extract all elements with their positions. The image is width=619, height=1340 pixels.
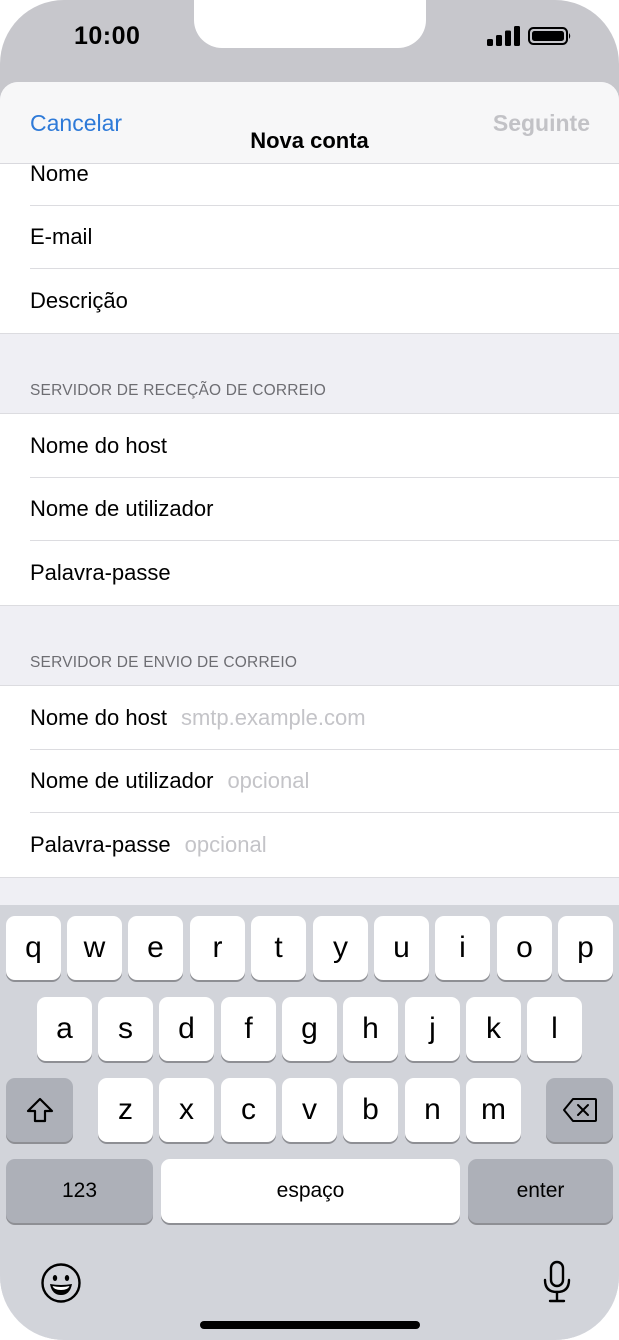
- home-indicator[interactable]: [200, 1321, 420, 1329]
- key-m[interactable]: m: [466, 1078, 521, 1142]
- key-u[interactable]: u: [374, 916, 429, 980]
- key-f[interactable]: f: [221, 997, 276, 1061]
- navigation-bar: Cancelar Nova conta Seguinte: [0, 82, 619, 164]
- incoming-password-label: Palavra-passe: [30, 559, 171, 585]
- outgoing-server-header: SERVIDOR DE ENVIO DE CORREIO: [30, 654, 298, 671]
- key-s[interactable]: s: [98, 997, 153, 1061]
- notch: [194, 0, 426, 48]
- incoming-username-label: Nome de utilizador: [30, 496, 214, 522]
- description-field-label: Descrição: [30, 287, 128, 313]
- key-x[interactable]: x: [159, 1078, 214, 1142]
- key-i[interactable]: i: [435, 916, 490, 980]
- key-y[interactable]: y: [313, 916, 368, 980]
- key-c[interactable]: c: [221, 1078, 276, 1142]
- outgoing-server-group: Nome do host smtp.example.com Nome de ut…: [0, 685, 619, 878]
- account-group: Nome E-mail Descrição: [0, 142, 619, 334]
- key-r[interactable]: r: [190, 916, 245, 980]
- key-z[interactable]: z: [98, 1078, 153, 1142]
- space-key[interactable]: espaço: [161, 1159, 460, 1223]
- keyboard: q w e r t y u i o p a s d f g h j k l z …: [0, 905, 619, 1340]
- key-q[interactable]: q: [6, 916, 61, 980]
- description-field[interactable]: Descrição: [0, 269, 619, 333]
- outgoing-hostname-placeholder: smtp.example.com: [180, 704, 366, 730]
- email-field-label: E-mail: [30, 224, 93, 250]
- key-o[interactable]: o: [497, 916, 552, 980]
- outgoing-username-label: Nome de utilizador: [30, 768, 214, 794]
- incoming-server-header: SERVIDOR DE RECEÇÃO DE CORREIO: [30, 382, 326, 399]
- key-n[interactable]: n: [405, 1078, 460, 1142]
- backspace-key[interactable]: [546, 1078, 613, 1142]
- email-field[interactable]: E-mail: [0, 206, 619, 270]
- status-time: 10:00: [74, 22, 141, 50]
- phone-screen: 10:00 Cancelar Nova conta Seguinte Nome: [0, 0, 619, 1340]
- numbers-key[interactable]: 123: [6, 1159, 153, 1223]
- incoming-hostname-field[interactable]: Nome do host: [0, 414, 619, 478]
- key-e[interactable]: e: [128, 916, 183, 980]
- enter-key[interactable]: enter: [468, 1159, 613, 1223]
- key-t[interactable]: t: [251, 916, 306, 980]
- shift-icon: [26, 1097, 53, 1123]
- shift-key[interactable]: [6, 1078, 73, 1142]
- signal-icon: [487, 26, 520, 46]
- outgoing-hostname-field[interactable]: Nome do host smtp.example.com: [0, 686, 619, 750]
- key-b[interactable]: b: [343, 1078, 398, 1142]
- key-g[interactable]: g: [282, 997, 337, 1061]
- key-p[interactable]: p: [558, 916, 613, 980]
- next-button[interactable]: Seguinte: [493, 110, 590, 137]
- name-field-label: Nome: [30, 160, 89, 186]
- microphone-icon[interactable]: [541, 1260, 573, 1304]
- outgoing-username-placeholder: opcional: [227, 768, 310, 794]
- status-bar: 10:00: [0, 0, 619, 82]
- backspace-icon: [562, 1098, 597, 1122]
- emoji-icon[interactable]: [40, 1262, 82, 1304]
- outgoing-username-field[interactable]: Nome de utilizador opcional: [0, 750, 619, 814]
- key-v[interactable]: v: [282, 1078, 337, 1142]
- incoming-username-field[interactable]: Nome de utilizador: [0, 478, 619, 542]
- incoming-hostname-label: Nome do host: [30, 432, 167, 458]
- key-d[interactable]: d: [159, 997, 214, 1061]
- outgoing-password-placeholder: opcional: [184, 831, 267, 857]
- key-k[interactable]: k: [466, 997, 521, 1061]
- incoming-server-group: Nome do host Nome de utilizador Palavra-…: [0, 413, 619, 606]
- key-l[interactable]: l: [527, 997, 582, 1061]
- key-h[interactable]: h: [343, 997, 398, 1061]
- key-a[interactable]: a: [37, 997, 92, 1061]
- outgoing-password-field[interactable]: Palavra-passe opcional: [0, 813, 619, 877]
- outgoing-hostname-label: Nome do host: [30, 704, 167, 730]
- outgoing-password-label: Palavra-passe: [30, 831, 171, 857]
- incoming-password-field[interactable]: Palavra-passe: [0, 541, 619, 605]
- key-j[interactable]: j: [405, 997, 460, 1061]
- battery-icon: [528, 27, 571, 45]
- key-w[interactable]: w: [67, 916, 122, 980]
